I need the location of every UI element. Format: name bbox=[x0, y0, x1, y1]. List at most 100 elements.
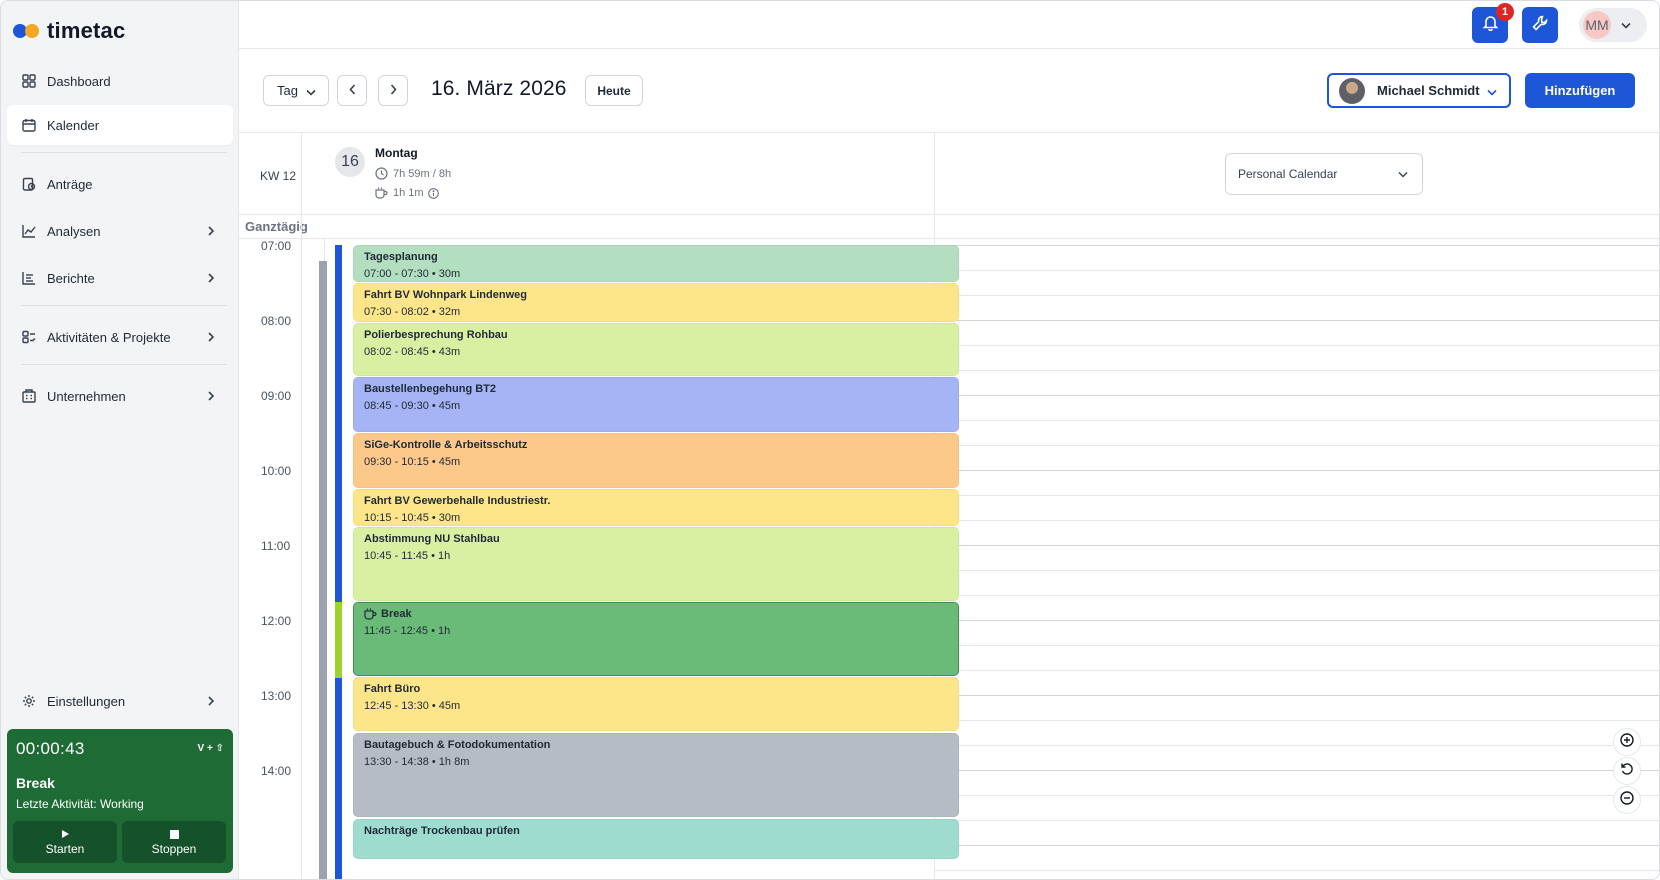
reports-icon bbox=[21, 270, 37, 286]
event-time: 08:02 - 08:45 • 43m bbox=[364, 346, 461, 358]
calendar-event[interactable]: Tagesplanung 07:00 - 07:30 • 30m bbox=[353, 245, 959, 282]
activity-timeline-gray bbox=[319, 261, 327, 879]
hour-label: 11:00 bbox=[261, 539, 291, 553]
time-grid[interactable]: 07:00 08:00 09:00 10:00 11:00 12:00 13:0… bbox=[239, 239, 1659, 879]
calendar-event[interactable]: Nachträge Trockenbau prüfen bbox=[353, 819, 959, 859]
calendar-icon bbox=[21, 117, 37, 133]
sidebar-item-kalender[interactable]: Kalender bbox=[7, 105, 233, 145]
sidebar-item-berichte[interactable]: Berichte bbox=[7, 258, 233, 298]
day-number[interactable]: 16 bbox=[335, 147, 365, 177]
column-divider bbox=[934, 215, 935, 239]
grid-line bbox=[935, 770, 1659, 771]
user-menu-button[interactable]: MM bbox=[1579, 8, 1647, 42]
chevron-down-icon bbox=[1487, 84, 1497, 99]
calendar-event[interactable]: Fahrt Büro 12:45 - 13:30 • 45m bbox=[353, 677, 959, 731]
calendar-event[interactable]: SiGe-Kontrolle & Arbeitsschutz 09:30 - 1… bbox=[353, 433, 959, 488]
stop-button[interactable]: Stoppen bbox=[122, 821, 226, 863]
start-button[interactable]: Starten bbox=[13, 821, 117, 863]
top-bar: 1 MM bbox=[239, 1, 1659, 49]
chevron-right-icon bbox=[203, 329, 219, 345]
sidebar-item-label: Unternehmen bbox=[47, 388, 126, 404]
calendar-event[interactable]: Polierbesprechung Rohbau 08:02 - 08:45 •… bbox=[353, 323, 959, 376]
grid-line bbox=[935, 620, 1659, 621]
sidebar-item-unternehmen[interactable]: Unternehmen bbox=[7, 376, 233, 416]
worked-time: 7h 59m / 8h bbox=[375, 167, 451, 180]
company-icon bbox=[21, 388, 37, 404]
zoom-out-icon bbox=[1620, 790, 1634, 810]
sidebar-item-label: Dashboard bbox=[47, 73, 111, 89]
calendar-event[interactable]: Abstimmung NU Stahlbau 10:45 - 11:45 • 1… bbox=[353, 527, 959, 601]
user-select[interactable]: Michael Schmidt bbox=[1327, 73, 1511, 108]
avatar: MM bbox=[1583, 11, 1611, 39]
grid-line bbox=[935, 570, 1659, 571]
event-time: 12:45 - 13:30 • 45m bbox=[364, 700, 461, 712]
zoom-in-icon bbox=[1620, 732, 1634, 752]
activity-timeline-blue bbox=[335, 678, 342, 879]
view-select[interactable]: Tag bbox=[263, 75, 329, 106]
break-event[interactable]: Break 11:45 - 12:45 • 1h bbox=[353, 602, 959, 676]
next-day-button[interactable] bbox=[378, 75, 408, 106]
calendar-event[interactable]: Fahrt BV Gewerbehalle Industriestr. 10:1… bbox=[353, 489, 959, 526]
column-divider bbox=[934, 133, 935, 215]
grid-line bbox=[935, 670, 1659, 671]
tools-button[interactable] bbox=[1522, 7, 1558, 43]
event-time: 10:15 - 10:45 • 30m bbox=[364, 512, 461, 524]
previous-day-button[interactable] bbox=[337, 75, 367, 106]
grid-line bbox=[935, 820, 1659, 821]
event-time: 13:30 - 14:38 • 1h 8m bbox=[364, 756, 470, 768]
sidebar-item-einstellungen[interactable]: Einstellungen bbox=[7, 681, 233, 721]
sidebar-item-dashboard[interactable]: Dashboard bbox=[7, 61, 233, 101]
hour-label: 10:00 bbox=[261, 464, 292, 478]
chevron-right-icon bbox=[203, 270, 219, 286]
grid-line bbox=[935, 470, 1659, 471]
grid-line bbox=[935, 345, 1659, 346]
reset-zoom-button[interactable] bbox=[1613, 757, 1641, 785]
event-title: Tagesplanung bbox=[364, 251, 438, 263]
event-time: 08:45 - 09:30 • 45m bbox=[364, 400, 461, 412]
hour-label: 12:00 bbox=[261, 614, 292, 628]
event-time: 07:00 - 07:30 • 30m bbox=[364, 268, 461, 280]
event-title: Break bbox=[364, 608, 948, 620]
requests-icon bbox=[21, 176, 37, 192]
activity-timeline-blue bbox=[335, 245, 342, 602]
grid-line bbox=[935, 395, 1659, 396]
break-time: 1h 1m bbox=[375, 187, 444, 199]
day-header: KW 12 16 Montag 7h 59m / 8h 1h 1m Person… bbox=[239, 133, 1659, 215]
today-button[interactable]: Heute bbox=[585, 75, 643, 106]
sidebar-item-label: Einstellungen bbox=[47, 693, 126, 709]
analytics-icon bbox=[21, 223, 37, 239]
info-icon[interactable] bbox=[427, 187, 439, 199]
wrench-icon bbox=[1532, 15, 1548, 36]
grid-line bbox=[935, 295, 1659, 296]
calendar-event[interactable]: Bautagebuch & Fotodokumentation 13:30 - … bbox=[353, 733, 959, 817]
hour-label: 08:00 bbox=[261, 314, 292, 328]
stop-icon bbox=[169, 828, 179, 840]
calendar-toolbar: Tag 16. März 2026 Heute Michael Schmidt … bbox=[239, 49, 1659, 133]
sidebar-divider bbox=[21, 152, 227, 153]
day-name: Montag bbox=[375, 146, 418, 160]
projects-icon bbox=[21, 329, 37, 345]
start-button-label: Starten bbox=[45, 842, 85, 856]
zoom-out-button[interactable] bbox=[1613, 786, 1641, 814]
calendar-source-select[interactable]: Personal Calendar bbox=[1225, 153, 1423, 195]
sidebar-item-aktivitaeten-projekte[interactable]: Aktivitäten & Projekte bbox=[7, 317, 233, 357]
timer-status: Break bbox=[16, 775, 55, 791]
event-title: Baustellenbegehung BT2 bbox=[364, 383, 497, 395]
timer-shortcut-hint: V + ⇧ bbox=[197, 743, 224, 754]
notifications-button[interactable]: 1 bbox=[1472, 3, 1514, 43]
sidebar-divider bbox=[21, 305, 227, 306]
coffee-cup-icon bbox=[375, 187, 388, 199]
bell-icon bbox=[1482, 14, 1499, 36]
add-button[interactable]: Hinzufügen bbox=[1525, 73, 1635, 108]
grid-line bbox=[935, 370, 1659, 371]
sidebar-item-analysen[interactable]: Analysen bbox=[7, 211, 233, 251]
dashboard-icon bbox=[21, 73, 37, 89]
calendar-event[interactable]: Fahrt BV Wohnpark Lindenweg 07:30 - 08:0… bbox=[353, 283, 959, 322]
chevron-down-icon bbox=[1398, 167, 1408, 181]
sidebar-item-antraege[interactable]: Anträge bbox=[7, 164, 233, 204]
zoom-in-button[interactable] bbox=[1613, 728, 1641, 756]
logo[interactable]: timetac bbox=[13, 17, 125, 45]
sidebar-item-label: Anträge bbox=[47, 176, 93, 192]
grid-line bbox=[935, 520, 1659, 521]
calendar-event[interactable]: Baustellenbegehung BT2 08:45 - 09:30 • 4… bbox=[353, 377, 959, 432]
